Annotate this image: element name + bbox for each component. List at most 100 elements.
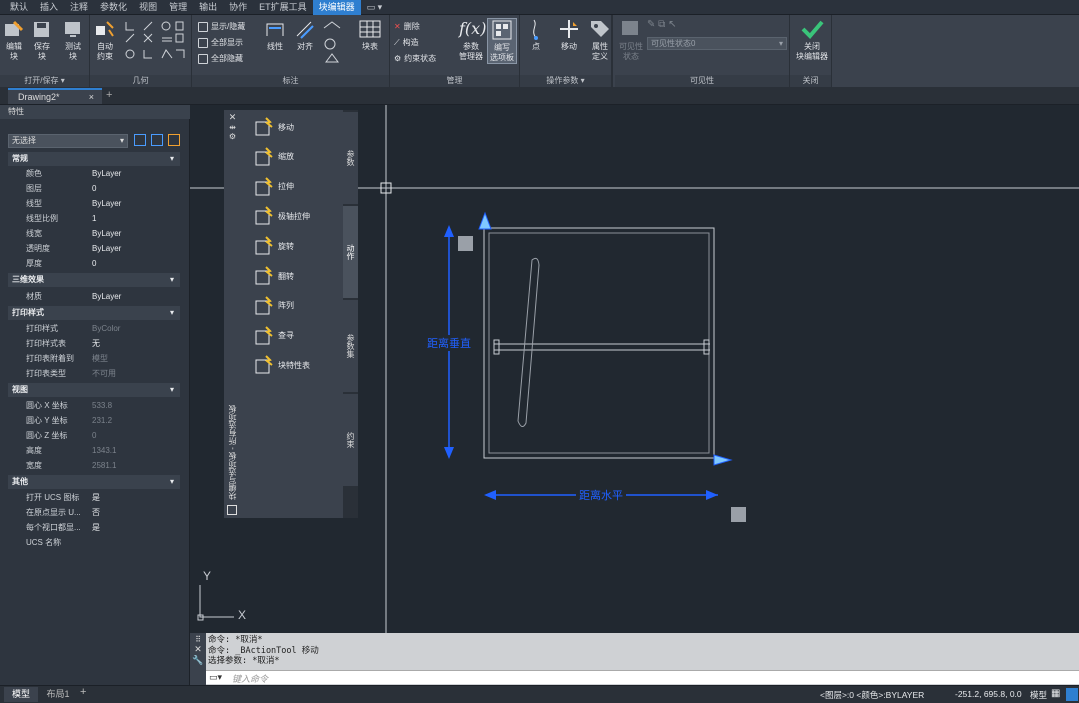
palette-properties-icon[interactable] (227, 505, 237, 515)
command-line-handle[interactable]: ⠿ ✕ 🔧 (190, 633, 206, 685)
command-prompt-icon[interactable]: ▭▾ (209, 672, 222, 683)
palette-item-array[interactable]: 阵列 (254, 296, 294, 316)
tab-parameter-sets[interactable]: 参数集 (343, 300, 358, 392)
property-row[interactable]: 高度 1343.1 (8, 443, 180, 458)
block-table-button[interactable]: 块表 (356, 18, 384, 52)
y-axis-grip-arrow[interactable] (478, 211, 492, 230)
property-row[interactable]: 宽度 2581.1 (8, 458, 180, 473)
show-all-button[interactable]: 全部显示 (198, 37, 243, 48)
palette-item-flip[interactable]: 翻转 (254, 266, 294, 286)
tab-constraints[interactable]: 约束 (343, 394, 358, 486)
section-3d-effects[interactable]: 三维效果 (8, 273, 180, 287)
palette-item-block-properties-table[interactable]: 块特性表 (254, 355, 310, 375)
section-view[interactable]: 视图 (8, 383, 180, 397)
close-block-editor-button[interactable]: 关闭 块编辑器 (792, 18, 832, 62)
dimension-constraints-grid[interactable] (322, 20, 348, 70)
property-row[interactable]: 圆心 Z 坐标 0 (8, 428, 180, 443)
palette-item-polar-stretch[interactable]: 极轴拉伸 (254, 206, 310, 226)
auto-constrain-button[interactable]: 自动 约束 (92, 18, 118, 62)
tab-view[interactable]: 视图 (133, 0, 163, 15)
tab-insert[interactable]: 插入 (34, 0, 64, 15)
edit-block-button[interactable]: 编辑 块 (2, 18, 26, 62)
palette-item-stretch[interactable]: 拉伸 (254, 176, 294, 197)
palette-item-move[interactable]: 移动 (254, 117, 294, 137)
save-block-button[interactable]: 保存 块 (30, 18, 54, 62)
quick-select-icon[interactable] (168, 134, 180, 146)
toggle-pickadd-icon[interactable] (134, 134, 146, 146)
close-icon[interactable]: ✕ (224, 112, 241, 123)
property-row[interactable]: 打开 UCS 图标 是 (8, 490, 180, 505)
tab-model[interactable]: 模型 (4, 687, 38, 702)
property-row[interactable]: 打印样式表 无 (8, 336, 180, 351)
tab-output[interactable]: 输出 (193, 0, 223, 15)
tab-actions[interactable]: 动作 (343, 206, 358, 298)
construct-button[interactable]: ⟋ 构造 (394, 37, 419, 48)
property-row[interactable]: 圆心 X 坐标 533.8 (8, 398, 180, 413)
authoring-palettes-button[interactable]: 编写 选项板 (487, 18, 517, 64)
block-outer-frame[interactable] (483, 227, 715, 459)
cursor-coordinates[interactable]: -251.2, 695.8, 0.0 (955, 689, 1022, 699)
tab-parametric[interactable]: 参数化 (94, 0, 133, 15)
tab-layout1[interactable]: 布局1 (40, 687, 76, 702)
palette-item-lookup[interactable]: 查寻 (254, 325, 294, 346)
property-row[interactable]: 厚度 0 (8, 256, 180, 271)
property-row[interactable]: 透明度 ByLayer (8, 241, 180, 256)
attribute-define-button[interactable]: 属性 定义 (585, 18, 615, 62)
property-row[interactable]: 圆心 Y 坐标 231.2 (8, 413, 180, 428)
wrench-icon[interactable]: 🔧 (190, 655, 206, 666)
autohide-icon[interactable]: ⇹ (224, 123, 241, 132)
property-row[interactable]: 线型 ByLayer (8, 196, 180, 211)
param-manager-button[interactable]: f(x) 参数 管理器 (456, 18, 486, 62)
property-row[interactable]: 颜色 ByLayer (8, 166, 180, 181)
erase-button[interactable]: ✕ 删除 (394, 21, 420, 32)
tab-overflow[interactable]: ▭ ▾ (361, 0, 389, 15)
visibility-tools-icon[interactable]: ✎ ⧉ ↖ (647, 19, 676, 30)
property-row[interactable]: 在原点显示 U... 否 (8, 505, 180, 520)
section-plot-style[interactable]: 打印样式 (8, 306, 180, 320)
tab-block-editor[interactable]: 块编辑器 (312, 0, 361, 15)
dim-vertical-label[interactable]: 距离垂直 (427, 336, 471, 350)
property-row[interactable]: 线宽 ByLayer (8, 226, 180, 241)
close-icon[interactable]: × (89, 90, 94, 104)
property-row[interactable]: 线型比例 1 (8, 211, 180, 226)
snap-icon[interactable] (1066, 688, 1078, 701)
lookup-grip-icon[interactable] (458, 236, 473, 251)
section-misc[interactable]: 其他 (8, 475, 180, 489)
dim-horizontal-label[interactable]: 距离水平 (579, 488, 623, 502)
palette-item-rotate[interactable]: 旋转 (254, 236, 294, 256)
show-hide-button[interactable]: 显示/隐藏 (198, 21, 245, 32)
section-general[interactable]: 常规 (8, 152, 180, 166)
property-row[interactable]: 材质 ByLayer (8, 289, 180, 304)
property-row[interactable]: 打印表附着到 模型 (8, 351, 180, 366)
close-icon[interactable]: ✕ (190, 644, 206, 655)
gear-icon[interactable]: ⚙ (224, 132, 241, 141)
tab-default[interactable]: 默认 (4, 0, 34, 15)
add-tab-icon[interactable]: + (106, 89, 112, 101)
select-objects-icon[interactable] (151, 134, 163, 146)
tab-annotate[interactable]: 注释 (64, 0, 94, 15)
constraint-status-button[interactable]: ⚙ 约束状态 (394, 53, 436, 64)
tab-manage[interactable]: 管理 (163, 0, 193, 15)
property-row[interactable]: 打印样式 ByColor (8, 321, 180, 336)
point-param-button[interactable]: 点 (524, 18, 548, 52)
lookup-grip-icon-2[interactable] (731, 507, 746, 522)
x-axis-grip-arrow[interactable] (713, 454, 733, 466)
tab-parameters[interactable]: 参数 (343, 112, 358, 204)
palette-item-scale[interactable]: 缩放 (254, 147, 294, 167)
visibility-state-select[interactable]: 可见性状态0 ▾ (647, 37, 787, 50)
property-row[interactable]: 每个视口都显... 是 (8, 520, 180, 535)
property-row[interactable]: 打印表类型 不可用 (8, 366, 180, 381)
model-space-toggle[interactable]: 模型 (1030, 689, 1047, 701)
aligned-dim-button[interactable]: 对齐 (292, 18, 318, 52)
hide-all-button[interactable]: 全部隐藏 (198, 53, 243, 64)
geometric-constraints-grid[interactable] (124, 20, 188, 72)
tab-et-tools[interactable]: ET扩展工具 (253, 0, 313, 15)
add-layout-icon[interactable]: + (80, 686, 86, 698)
property-row[interactable]: 图层 0 (8, 181, 180, 196)
property-row[interactable]: UCS 名称 (8, 535, 180, 550)
linear-dim-button[interactable]: 线性 (262, 18, 288, 52)
doc-tab-drawing2[interactable]: Drawing2* × (8, 88, 102, 104)
move-action-button[interactable]: 移动 (554, 18, 584, 52)
selection-dropdown[interactable]: 无选择 ▾ (8, 134, 128, 148)
test-block-button[interactable]: 测试 块 (61, 18, 85, 62)
